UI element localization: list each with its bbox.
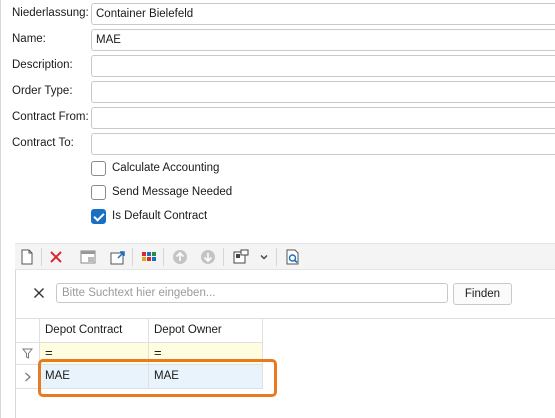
default-contract-label: Is Default Contract xyxy=(112,210,208,222)
order-type-row: Order Type: xyxy=(1,81,555,103)
dropdown-icon[interactable] xyxy=(255,248,273,266)
default-contract-option[interactable]: Is Default Contract xyxy=(91,208,391,226)
delete-icon[interactable] xyxy=(47,248,65,266)
search-panel: Finden Depot Contract Depot Owner = = MA… xyxy=(15,270,555,418)
niederlassung-row: Niederlassung: xyxy=(1,3,555,25)
description-row: Description: xyxy=(1,55,555,77)
order-type-field[interactable] xyxy=(91,81,555,103)
niederlassung-field[interactable] xyxy=(91,3,555,25)
description-label: Description: xyxy=(12,59,73,71)
contract-from-label: Contract From: xyxy=(12,111,89,123)
toolbar-separator xyxy=(41,248,42,266)
grid-icon[interactable] xyxy=(140,248,158,266)
niederlassung-label: Niederlassung: xyxy=(12,7,89,19)
toolbar-separator xyxy=(223,248,224,266)
toolbar-separator xyxy=(276,248,277,266)
filter-depot-owner[interactable]: = xyxy=(149,343,263,365)
grid-toolbar xyxy=(15,243,555,270)
name-label: Name: xyxy=(12,33,46,45)
up-icon[interactable] xyxy=(171,248,189,266)
send-message-option[interactable]: Send Message Needed xyxy=(91,184,391,202)
toolbar-separator xyxy=(132,248,133,266)
export-icon[interactable] xyxy=(109,248,127,266)
description-field[interactable] xyxy=(91,55,555,77)
contract-to-label: Contract To: xyxy=(12,137,74,149)
edit-panel: Niederlassung: Name: Description: Order … xyxy=(0,0,555,418)
preview-icon[interactable] xyxy=(284,248,302,266)
layout-icon[interactable] xyxy=(232,248,250,266)
name-field[interactable] xyxy=(91,29,555,51)
contract-to-field[interactable] xyxy=(91,133,555,155)
order-type-label: Order Type: xyxy=(12,85,73,97)
name-row: Name: xyxy=(1,29,555,51)
table-cell-depot-contract[interactable]: MAE xyxy=(40,365,149,389)
down-icon[interactable] xyxy=(199,248,217,266)
column-header-depot-owner[interactable]: Depot Owner xyxy=(149,319,263,343)
filter-depot-contract[interactable]: = xyxy=(40,343,149,365)
calculate-accounting-option[interactable]: Calculate Accounting xyxy=(91,160,391,178)
send-message-label: Send Message Needed xyxy=(112,186,233,198)
send-message-checkbox[interactable] xyxy=(91,185,106,200)
calculate-accounting-checkbox[interactable] xyxy=(91,161,106,176)
close-icon[interactable] xyxy=(33,287,45,299)
filter-icon[interactable] xyxy=(16,343,40,365)
row-indicator-header xyxy=(16,319,40,343)
calculate-accounting-label: Calculate Accounting xyxy=(112,162,220,174)
new-icon[interactable] xyxy=(18,248,36,266)
table-cell-depot-owner[interactable]: MAE xyxy=(149,365,263,389)
contract-from-field[interactable] xyxy=(91,107,555,129)
toolbar-separator xyxy=(163,248,164,266)
window-icon[interactable] xyxy=(79,248,97,266)
row-expand-icon[interactable] xyxy=(16,365,40,389)
find-button[interactable]: Finden xyxy=(453,283,512,305)
contract-from-row: Contract From: xyxy=(1,107,555,129)
search-input[interactable] xyxy=(56,283,448,303)
results-grid: Depot Contract Depot Owner = = MAE MAE xyxy=(16,318,555,418)
contract-to-row: Contract To: xyxy=(1,133,555,155)
default-contract-checkbox[interactable] xyxy=(91,209,106,224)
column-header-depot-contract[interactable]: Depot Contract xyxy=(40,319,149,343)
